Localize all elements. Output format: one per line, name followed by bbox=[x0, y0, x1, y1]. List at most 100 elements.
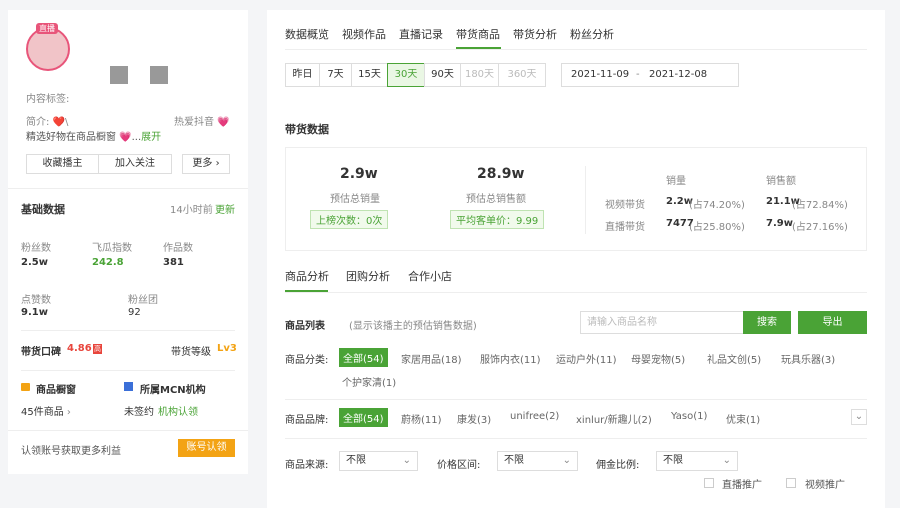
category-chip[interactable]: 服饰内衣(11) bbox=[480, 351, 541, 366]
basic-data-title: 基础数据 bbox=[21, 203, 65, 216]
category-chip[interactable]: 母婴宠物(5) bbox=[631, 351, 685, 366]
category-chip[interactable]: 运动户外(11) bbox=[556, 351, 617, 366]
expand-link[interactable]: 展开 bbox=[141, 132, 161, 143]
row-label: 视频带货 bbox=[605, 200, 645, 211]
est-revenue-label: 预估总销售额 bbox=[466, 194, 526, 205]
mcn-title: 所属MCN机构 bbox=[140, 385, 206, 396]
search-button[interactable]: 搜索 bbox=[743, 311, 791, 334]
est-sales-value: 2.9w bbox=[340, 166, 378, 182]
brand-chip[interactable]: xinlur/新趣儿(2) bbox=[576, 411, 652, 426]
live-promo-checkbox[interactable] bbox=[704, 478, 714, 488]
claim-account-button[interactable]: 账号认领 bbox=[178, 439, 235, 457]
range-360d[interactable]: 360天 bbox=[498, 63, 546, 87]
category-chip[interactable]: 个护家清(1) bbox=[342, 374, 396, 389]
range-30d[interactable]: 30天 bbox=[387, 63, 425, 87]
source-select[interactable]: 不限 ⌄ bbox=[339, 451, 418, 471]
tab-overview[interactable]: 数据概览 bbox=[285, 26, 329, 42]
date-start: 2021-11-09 bbox=[571, 69, 630, 80]
shop-icon bbox=[21, 383, 30, 391]
building-icon bbox=[124, 382, 133, 391]
export-button[interactable]: 导出 bbox=[798, 311, 867, 334]
more-button[interactable]: 更多 › bbox=[182, 154, 230, 174]
row-sales-pct: (占74.20%) bbox=[689, 200, 745, 211]
video-promo-label: 视频推广 bbox=[805, 480, 845, 491]
live-promo-label: 直播推广 bbox=[722, 480, 762, 491]
update-link[interactable]: 更新 bbox=[215, 201, 235, 216]
chevron-right-icon: › bbox=[212, 158, 220, 169]
subtab-product-analysis[interactable]: 商品分析 bbox=[285, 268, 329, 284]
price-label: 价格区间: bbox=[437, 460, 481, 471]
product-list-title: 商品列表 bbox=[285, 321, 325, 332]
stat-label: 粉丝团 bbox=[128, 295, 158, 306]
range-180d[interactable]: 180天 bbox=[460, 63, 499, 87]
category-chip[interactable]: 全部(54) bbox=[339, 348, 388, 367]
stat-label: 作品数 bbox=[163, 243, 193, 254]
col-sales-header: 销量 bbox=[666, 176, 686, 187]
avg-price-badge: 平均客单价：9.99 bbox=[450, 210, 545, 229]
stat-value: 381 bbox=[163, 257, 184, 268]
date-range-picker[interactable]: 2021-11-09 - 2021-12-08 bbox=[561, 63, 739, 87]
row-revenue-pct: (占72.84%) bbox=[792, 200, 848, 211]
shop-count[interactable]: 45件商品 › bbox=[21, 403, 71, 418]
brand-chip[interactable]: 优束(1) bbox=[726, 411, 760, 426]
profile-panel: 直播 内容标签: 简介: ❤️\ 热爱抖音 💗 精选好物在商品橱窗 💗...展开… bbox=[8, 10, 248, 474]
brand-label: 商品品牌: bbox=[285, 415, 329, 426]
live-badge: 直播 bbox=[36, 23, 58, 34]
category-chip[interactable]: 玩具乐器(3) bbox=[781, 351, 835, 366]
card-divider bbox=[585, 166, 586, 234]
tab-live[interactable]: 直播记录 bbox=[399, 26, 443, 42]
main-panel: 数据概览 视频作品 直播记录 带货商品 带货分析 粉丝分析 昨日 7天 15天 … bbox=[267, 10, 885, 508]
range-15d[interactable]: 15天 bbox=[351, 63, 388, 87]
intro-label: 简介: ❤️\ bbox=[26, 117, 69, 128]
avatar[interactable]: 直播 bbox=[26, 23, 70, 71]
range-90d[interactable]: 90天 bbox=[424, 63, 461, 87]
brand-chip[interactable]: 全部(54) bbox=[339, 408, 388, 427]
mcn-claim-link[interactable]: 机构认领 bbox=[158, 403, 198, 418]
collect-button[interactable]: 收藏播主 bbox=[26, 154, 99, 174]
stat-value: 9.1w bbox=[21, 307, 48, 318]
follow-button[interactable]: 加入关注 bbox=[98, 154, 172, 174]
sales-data-title: 带货数据 bbox=[285, 123, 329, 136]
product-search-input[interactable]: 请输入商品名称 bbox=[580, 311, 744, 334]
subtab-partner-shops[interactable]: 合作小店 bbox=[408, 268, 452, 284]
stat-value: 92 bbox=[128, 307, 141, 318]
claim-text: 认领账号获取更多利益 bbox=[21, 446, 121, 457]
subtab-group-buy[interactable]: 团购分析 bbox=[346, 268, 390, 284]
tab-fans-analysis[interactable]: 粉丝分析 bbox=[570, 26, 614, 42]
reputation-value: 4.86 bbox=[67, 343, 92, 354]
row-sales-pct: (占25.80%) bbox=[689, 222, 745, 233]
range-7d[interactable]: 7天 bbox=[319, 63, 352, 87]
brand-chip[interactable]: Yaso(1) bbox=[671, 411, 707, 422]
chevron-down-icon: ⌄ bbox=[402, 455, 411, 466]
intro-text: 精选好物在商品橱窗 💗...展开 bbox=[26, 132, 162, 143]
content-tags-label: 内容标签: bbox=[26, 94, 70, 105]
chevron-down-icon: ⌄ bbox=[722, 455, 731, 466]
category-chip[interactable]: 家居用品(18) bbox=[401, 351, 462, 366]
shop-title: 商品橱窗 bbox=[36, 385, 76, 396]
chevron-down-icon: ⌄ bbox=[854, 411, 864, 422]
commission-label: 佣金比例: bbox=[596, 460, 640, 471]
brand-chip[interactable]: 康发(3) bbox=[457, 411, 491, 426]
source-label: 商品来源: bbox=[285, 460, 329, 471]
chevron-right-icon: › bbox=[63, 407, 71, 418]
stat-label: 粉丝数 bbox=[21, 243, 51, 254]
brand-chip[interactable]: unifree(2) bbox=[510, 411, 559, 422]
row-label: 直播带货 bbox=[605, 222, 645, 233]
name-placeholder-block bbox=[150, 66, 168, 84]
price-select[interactable]: 不限 ⌄ bbox=[497, 451, 578, 471]
level-value: Lv3 bbox=[217, 343, 237, 354]
brand-chip[interactable]: 蔚杨(11) bbox=[401, 411, 442, 426]
sales-summary-card: 2.9w 预估总销量 上榜次数：0次 28.9w 预估总销售额 平均客单价：9.… bbox=[285, 147, 867, 251]
tab-videos[interactable]: 视频作品 bbox=[342, 26, 386, 42]
commission-select[interactable]: 不限 ⌄ bbox=[656, 451, 738, 471]
range-yesterday[interactable]: 昨日 bbox=[285, 63, 320, 87]
date-separator: - bbox=[636, 69, 640, 80]
video-promo-checkbox[interactable] bbox=[786, 478, 796, 488]
tab-sales-analysis[interactable]: 带货分析 bbox=[513, 26, 557, 42]
reputation-label: 带货口碑 bbox=[21, 347, 61, 358]
category-chip[interactable]: 礼品文创(5) bbox=[707, 351, 761, 366]
expand-brands-button[interactable]: ⌄ bbox=[851, 409, 867, 425]
col-revenue-header: 销售额 bbox=[766, 176, 796, 187]
row-revenue: 7.9w bbox=[766, 218, 793, 229]
tab-products[interactable]: 带货商品 bbox=[456, 26, 500, 42]
